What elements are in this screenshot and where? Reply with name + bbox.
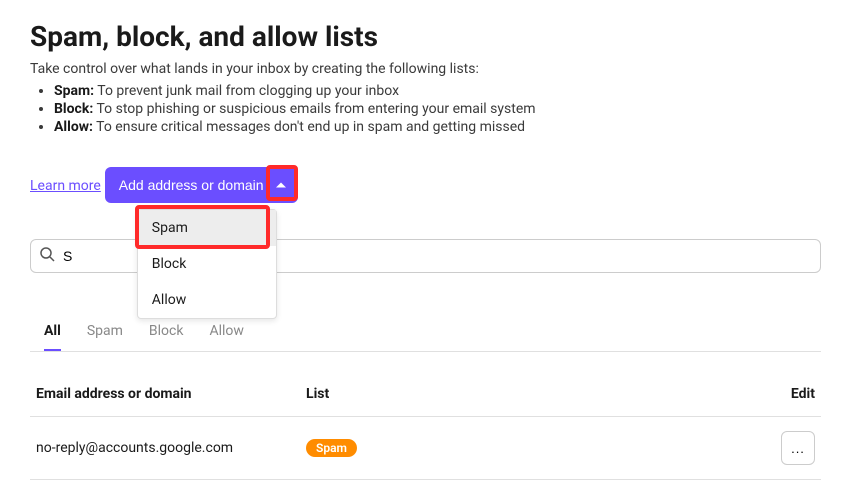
tab-all[interactable]: All (44, 323, 61, 351)
add-dropdown: Spam Block Allow (137, 209, 277, 319)
dropdown-item-spam[interactable]: Spam (138, 210, 276, 246)
bullet-spam: Spam: To prevent junk mail from clogging… (54, 83, 821, 99)
row-address: no-reply@accounts.google.com (36, 440, 306, 456)
ellipsis-icon: ... (791, 442, 805, 455)
learn-more-link[interactable]: Learn more (30, 178, 101, 194)
add-address-label: Add address or domain (119, 177, 264, 193)
tab-allow[interactable]: Allow (209, 323, 243, 351)
page-subtitle: Take control over what lands in your inb… (30, 61, 821, 77)
chevron-up-icon (276, 182, 286, 189)
list-badge-spam: Spam (306, 439, 357, 457)
tab-spam[interactable]: Spam (87, 323, 123, 351)
page-title: Spam, block, and allow lists (30, 20, 821, 53)
list-tabs: All Spam Block Allow (30, 323, 821, 352)
bullet-allow: Allow: To ensure critical messages don't… (54, 119, 821, 135)
table-header-row: Email address or domain List Edit (30, 372, 821, 417)
col-header-edit: Edit (755, 386, 815, 402)
add-address-button[interactable]: Add address or domain (105, 167, 298, 203)
col-header-address: Email address or domain (36, 386, 306, 402)
table-row: no-reply@accounts.google.com Spam ... (30, 417, 821, 480)
tab-block[interactable]: Block (149, 323, 184, 351)
intro-bullets: Spam: To prevent junk mail from clogging… (30, 83, 821, 135)
list-table: Email address or domain List Edit no-rep… (30, 372, 821, 480)
col-header-list: List (306, 386, 755, 402)
dropdown-item-block[interactable]: Block (138, 246, 276, 282)
row-list: Spam (306, 439, 755, 457)
search-icon (39, 246, 61, 266)
dropdown-item-allow[interactable]: Allow (138, 282, 276, 318)
bullet-block: Block: To stop phishing or suspicious em… (54, 101, 821, 117)
row-edit-button[interactable]: ... (781, 431, 815, 465)
